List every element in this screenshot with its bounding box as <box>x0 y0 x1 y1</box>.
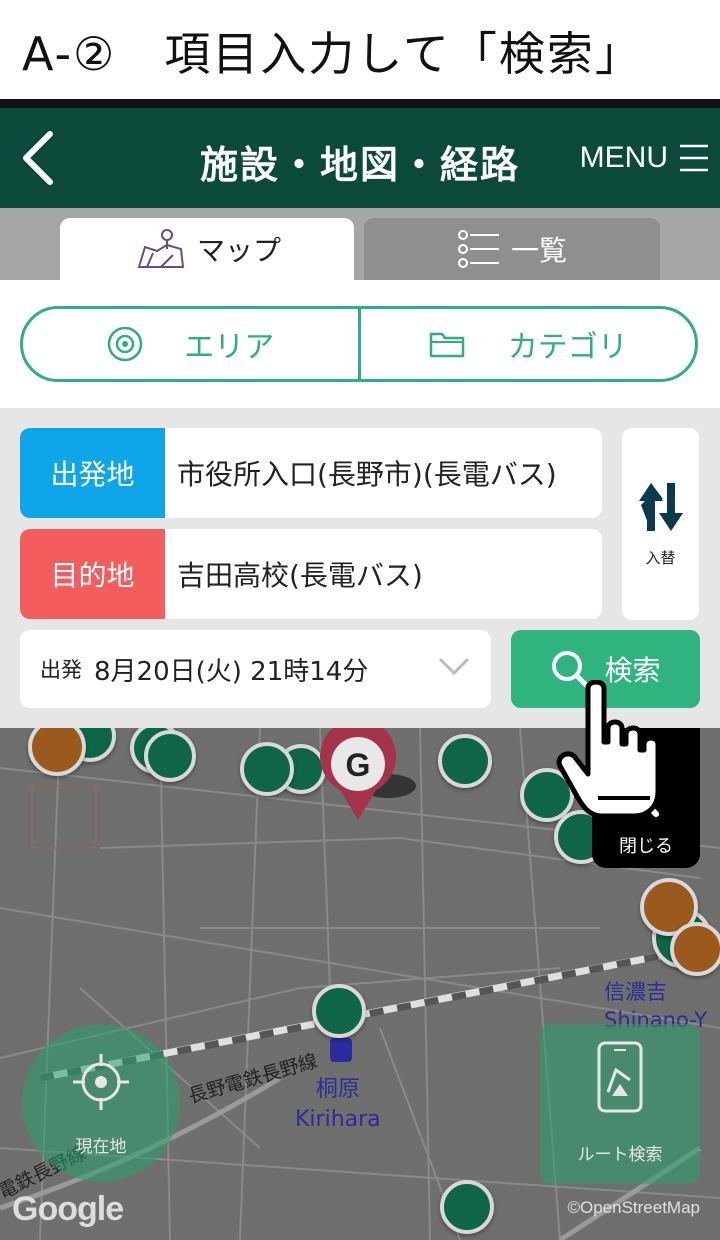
area-label: エリア <box>184 330 275 365</box>
area-target-icon <box>108 326 143 362</box>
from-value: 市役所入口(長野市)(長電バス) <box>177 458 557 491</box>
tab-list-label: 一覧 <box>510 234 567 267</box>
map-poi-marker[interactable] <box>670 922 720 976</box>
chevron-down-icon <box>438 657 470 676</box>
current-location-label: 現在地 <box>75 1137 127 1157</box>
datetime-value: 8月20日(火) 21時14分 <box>94 656 369 687</box>
caption-text: A-② 項目入力して「検索」 <box>22 27 643 81</box>
google-logo: Google <box>12 1190 124 1228</box>
area-button[interactable]: エリア <box>23 309 358 379</box>
to-label: 目的地 <box>20 529 165 619</box>
tab-map[interactable]: マップ <box>60 218 354 280</box>
to-field[interactable]: 目的地 吉田高校(長電バス) <box>20 529 602 619</box>
menu-button[interactable]: MENU <box>580 136 710 180</box>
phone-route-icon <box>597 1041 643 1113</box>
tab-map-label: マップ <box>196 234 281 267</box>
instruction-caption: A-② 項目入力して「検索」 <box>0 0 720 108</box>
station-label: 桐原 Kirihara <box>295 1075 381 1135</box>
category-button[interactable]: カテゴリ <box>357 309 696 379</box>
crosshair-icon <box>73 1054 129 1110</box>
filter-bar: エリア カテゴリ <box>0 280 720 408</box>
pointing-hand-icon <box>556 680 661 819</box>
route-search-button[interactable]: ルート検索 <box>540 1024 700 1184</box>
map-poi-marker[interactable] <box>144 730 196 782</box>
map-icon <box>137 229 185 268</box>
swap-arrows-icon <box>638 482 683 531</box>
list-icon <box>457 230 499 268</box>
close-label: 閉じる <box>619 836 673 857</box>
date-prefix: 出発 <box>40 658 82 682</box>
filter-segment: エリア カテゴリ <box>20 306 698 382</box>
tab-list[interactable]: 一覧 <box>364 218 660 280</box>
folder-icon <box>429 332 464 358</box>
map-poi-marker[interactable] <box>240 742 294 796</box>
hamburger-icon <box>680 144 708 172</box>
area-name-jp: 信濃吉 <box>604 980 667 1004</box>
caption-divider <box>0 99 720 108</box>
station-name-en: Kirihara <box>295 1107 381 1132</box>
datetime-select[interactable]: 出発 8月20日(火) 21時14分 <box>20 630 491 708</box>
map-poi-marker[interactable] <box>312 984 366 1038</box>
category-label: カテゴリ <box>507 330 628 365</box>
swap-label: 入替 <box>645 548 676 567</box>
view-tabs: マップ 一覧 <box>0 208 720 280</box>
goal-marker-label: G <box>346 747 371 783</box>
from-field[interactable]: 出発地 市役所入口(長野市)(長電バス) <box>20 428 602 518</box>
map-poi-marker[interactable] <box>440 1180 494 1234</box>
chevron-left-icon <box>23 131 53 185</box>
station-name-jp: 桐原 <box>315 1077 360 1102</box>
swap-button[interactable]: 入替 <box>622 428 699 620</box>
to-value: 吉田高校(長電バス) <box>177 559 423 592</box>
map-poi-marker[interactable] <box>438 734 492 788</box>
map-attribution: ©OpenStreetMap <box>567 1198 700 1217</box>
menu-label: MENU <box>579 141 668 174</box>
current-location-button[interactable]: 現在地 <box>22 1024 180 1182</box>
from-label: 出発地 <box>20 428 165 518</box>
route-search-label: ルート検索 <box>577 1145 663 1165</box>
back-button[interactable] <box>14 126 70 190</box>
app-header: 施設・地図・経路 MENU <box>0 108 720 208</box>
page-title: 施設・地図・経路 <box>199 143 520 187</box>
goal-pin-icon[interactable]: G <box>318 728 428 824</box>
